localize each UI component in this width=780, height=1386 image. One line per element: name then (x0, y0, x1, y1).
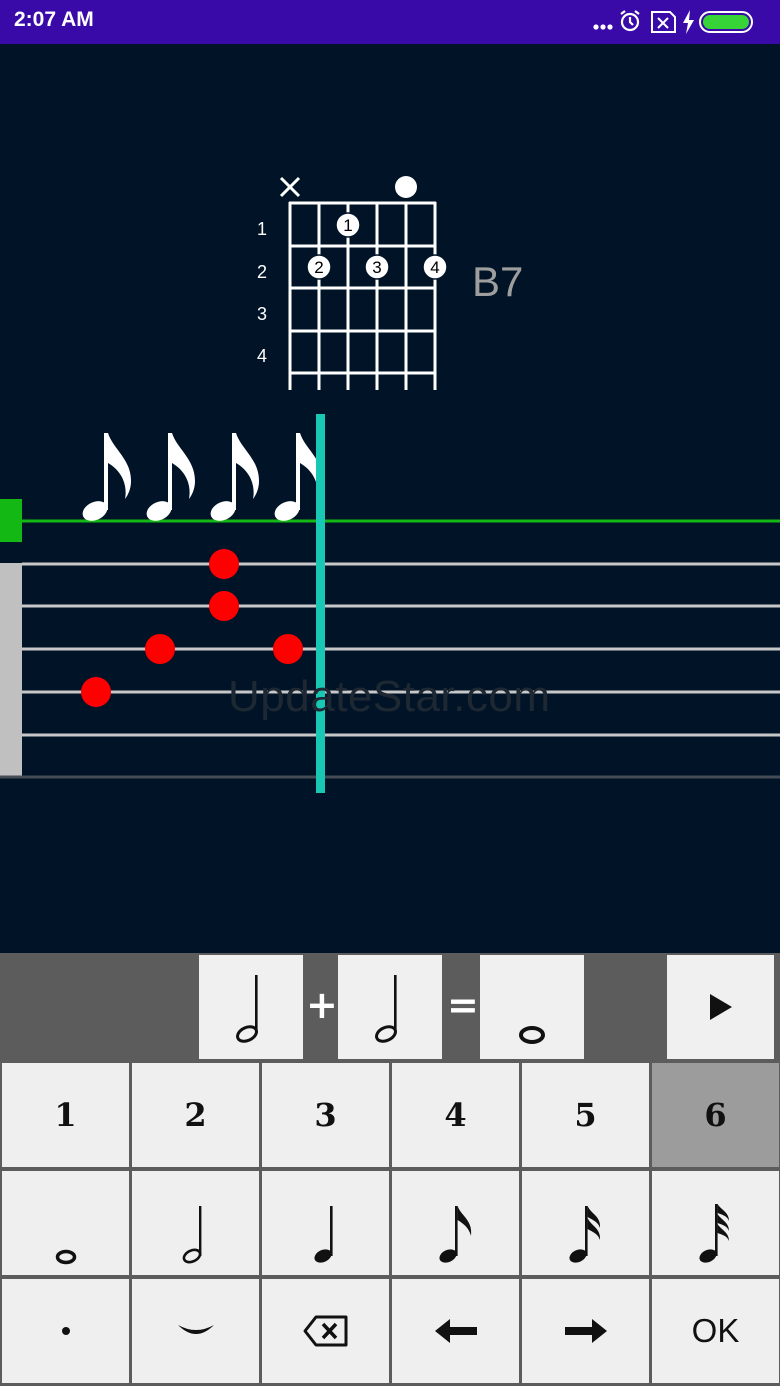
finger-dot-2: 2 (306, 254, 332, 280)
play-icon (709, 994, 732, 1020)
quarter-note-icon (313, 1206, 333, 1263)
key-2-label: 2 (184, 1096, 207, 1134)
finger-dot-3: 3 (364, 254, 390, 280)
eighth-note-1[interactable] (79, 433, 131, 525)
tab-dot[interactable] (209, 591, 239, 621)
whole-note-button[interactable] (2, 1171, 129, 1275)
thirtysecond-note-button[interactable] (652, 1171, 779, 1275)
tie-button[interactable] (132, 1279, 259, 1383)
tab-dot[interactable] (209, 549, 239, 579)
key-2[interactable]: 2 (132, 1063, 259, 1167)
play-button[interactable] (667, 955, 774, 1059)
eighth-note-button[interactable] (392, 1171, 519, 1275)
watermark: UpdateStar.com (228, 672, 551, 721)
rhythm-line-marker[interactable] (0, 499, 22, 542)
finger-dot-4-label: 4 (430, 258, 439, 277)
key-1[interactable]: 1 (2, 1063, 129, 1167)
finger-dot-2-label: 2 (314, 258, 323, 277)
formula-operand-2 (338, 955, 442, 1059)
status-time: 2:07 AM (14, 8, 94, 31)
backspace-button[interactable] (262, 1279, 389, 1383)
control-panel: + = 1 2 3 4 5 6 OK (0, 953, 780, 1386)
key-3-label: 3 (314, 1096, 337, 1134)
key-6[interactable]: 6 (652, 1063, 779, 1167)
formula-operand-1 (199, 955, 303, 1059)
dot-icon (61, 1327, 70, 1335)
formula-result (480, 955, 584, 1059)
alarm-icon (620, 10, 640, 32)
half-note-icon (182, 1206, 201, 1264)
whole-note-icon (55, 1249, 76, 1265)
finger-dot-1-label: 1 (343, 216, 352, 235)
key-4-label: 4 (444, 1096, 467, 1134)
dot-button[interactable] (2, 1279, 129, 1383)
eighth-note-icon (438, 1206, 471, 1263)
arrow-left-icon (434, 1319, 477, 1343)
half-note-icon (375, 975, 397, 1043)
key-3[interactable]: 3 (262, 1063, 389, 1167)
chord-frets (289, 201, 436, 375)
half-note-icon (236, 975, 258, 1043)
tab-strings-bracket (0, 563, 22, 777)
fret-label-4: 4 (257, 346, 267, 366)
quarter-note-button[interactable] (262, 1171, 389, 1275)
arrow-right-icon (564, 1319, 607, 1343)
muted-string-icon (279, 176, 301, 198)
fret-label-2: 2 (257, 262, 267, 282)
key-6-label: 6 (704, 1096, 727, 1134)
tab-dot[interactable] (273, 634, 303, 664)
tab-editor[interactable] (0, 410, 780, 800)
finger-dot-4: 4 (422, 254, 448, 280)
sixteenth-note-button[interactable] (522, 1171, 649, 1275)
key-1-label: 1 (54, 1096, 77, 1134)
fret-label-3: 3 (257, 304, 267, 324)
playback-cursor[interactable] (316, 414, 325, 793)
tie-icon (177, 1325, 214, 1334)
key-4[interactable]: 4 (392, 1063, 519, 1167)
ok-button[interactable]: OK (652, 1279, 779, 1383)
charging-icon (683, 10, 694, 34)
tab-dot[interactable] (145, 634, 175, 664)
arrow-right-button[interactable] (522, 1279, 649, 1383)
eighth-note-2[interactable] (143, 433, 195, 525)
formula-plus: + (306, 983, 338, 1027)
formula-equals: = (447, 983, 479, 1027)
whole-note-icon (519, 1026, 545, 1044)
battery-icon (699, 11, 753, 33)
status-icons (593, 10, 753, 34)
sim-x-icon (651, 11, 676, 33)
key-5-label: 5 (574, 1096, 597, 1134)
fret-label-1: 1 (257, 219, 267, 239)
chord-strings (288, 202, 437, 390)
more-dots-icon (593, 24, 613, 30)
sixteenth-note-icon (568, 1206, 600, 1263)
eighth-note-3[interactable] (207, 433, 259, 525)
backspace-icon (303, 1315, 347, 1347)
status-bar: 2:07 AM (0, 0, 780, 44)
ok-label: OK (691, 1312, 740, 1349)
open-string-icon (395, 176, 417, 198)
half-note-button[interactable] (132, 1171, 259, 1275)
chord-name: B7 (472, 258, 524, 305)
finger-dot-1: 1 (335, 212, 361, 238)
finger-dot-3-label: 3 (372, 258, 381, 277)
arrow-left-button[interactable] (392, 1279, 519, 1383)
key-5[interactable]: 5 (522, 1063, 649, 1167)
thirtysecond-note-icon (698, 1204, 729, 1263)
eighth-note-4[interactable] (271, 433, 323, 525)
tab-dot[interactable] (81, 677, 111, 707)
